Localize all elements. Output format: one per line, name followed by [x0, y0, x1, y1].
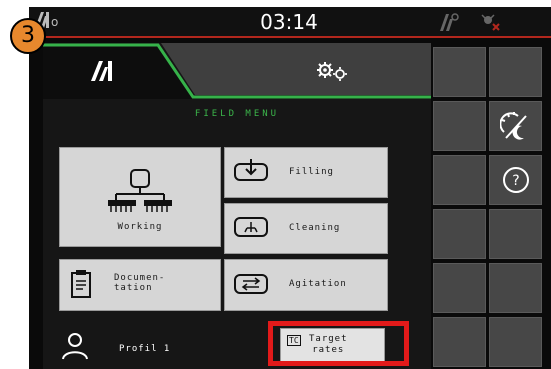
status-bar: o 03:14	[29, 7, 551, 38]
day-night-icon	[500, 112, 527, 140]
clock: 03:14	[260, 10, 318, 34]
agitation-tile[interactable]: Agitation	[224, 259, 388, 311]
gps-off-icon	[481, 14, 500, 31]
highlight-frame	[268, 321, 409, 366]
machine-status-icon	[440, 13, 459, 31]
profile-label: Profil 1	[119, 344, 171, 354]
svg-text:?: ?	[512, 173, 519, 189]
help-button[interactable]: ?	[489, 155, 542, 205]
documentation-label: Documen- tation	[114, 273, 166, 293]
filling-label: Filling	[289, 167, 334, 177]
softkey-12[interactable]	[489, 317, 542, 367]
status-logo-label: o	[51, 15, 59, 29]
filling-tile[interactable]: Filling	[224, 147, 388, 198]
day-night-button[interactable]	[489, 101, 542, 151]
sprayer-icon	[108, 169, 172, 212]
cleaning-label: Cleaning	[289, 223, 341, 233]
softkey-3[interactable]	[433, 101, 486, 151]
tab-settings[interactable]	[293, 49, 363, 89]
terminal-screen: o 03:14 FIELD MENU Working Filling Clean…	[29, 7, 551, 369]
help-icon: ?	[503, 167, 529, 193]
working-label: Working	[117, 222, 163, 232]
softkey-9[interactable]	[433, 263, 486, 313]
menu-title: FIELD MENU	[194, 109, 280, 119]
softkey-10[interactable]	[489, 263, 542, 313]
filling-icon	[234, 159, 268, 181]
cleaning-tile[interactable]: Cleaning	[224, 203, 388, 254]
documentation-tile[interactable]: Documen- tation	[59, 259, 221, 311]
working-tile[interactable]: Working	[59, 147, 221, 247]
clipboard-icon	[71, 270, 91, 298]
amazone-logo-icon	[91, 61, 112, 81]
cleaning-icon	[234, 217, 268, 237]
softkey-8[interactable]	[489, 209, 542, 259]
agitation-label: Agitation	[289, 279, 347, 289]
softkey-1[interactable]	[433, 47, 486, 97]
agitation-icon	[234, 274, 268, 294]
gears-icon	[317, 62, 347, 81]
softkey-11[interactable]	[433, 317, 486, 367]
user-icon	[62, 333, 88, 360]
softkey-7[interactable]	[433, 209, 486, 259]
tab-machine[interactable]	[43, 45, 153, 95]
step-number-badge: 3	[10, 18, 46, 54]
softkey-2[interactable]	[489, 47, 542, 97]
softkey-5[interactable]	[433, 155, 486, 205]
